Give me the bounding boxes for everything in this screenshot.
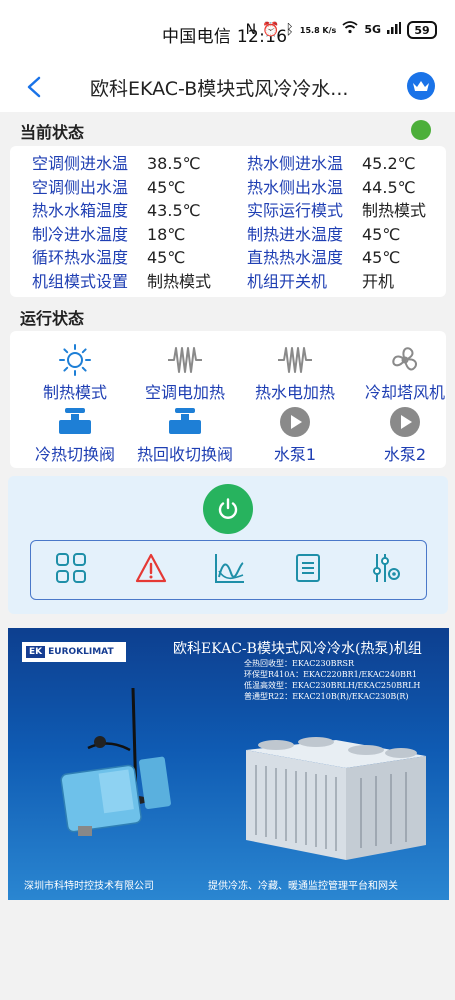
nfc-icon: N [245,22,257,38]
run-status-label: 热回收切换阀 [136,445,233,464]
run-status-label: 水泵2 [383,445,427,464]
gateway-device-image [60,687,171,836]
run-status-item: 冷热切换阀 [20,403,130,465]
fan-icon [350,341,455,379]
signal-bars-icon [387,20,401,40]
run-status-label: 冷热切换阀 [34,445,115,464]
run-status-card: 制热模式 空调电加热 热水电加热 冷却塔风机冷热切换阀 热回收切换阀 水泵1 水泵2 [10,331,446,468]
spec-line: 全热回收型：EKAC230BRSR [244,659,355,668]
status-icons: N ⏰ ᛒ 15.8 K/s 5G 59 [246,20,437,40]
back-button[interactable] [20,72,50,102]
valve-icon [130,403,240,441]
status-label: 制热进水温度 [247,224,344,244]
status-label: 机组模式设置 [32,271,129,291]
status-value: 制热模式 [147,271,212,291]
power-button[interactable] [203,484,253,534]
battery-icon: 59 [407,21,437,39]
run-status-item: 水泵2 [350,403,455,465]
company-name: 深圳市科特时控技术有限公司 [24,881,154,892]
run-status-label: 制热模式 [42,383,107,402]
signal-icon: 5G [364,23,381,36]
spec-line: 低温高效型：EKAC230BRLH/EKAC250BRLH [244,681,421,690]
chart-icon[interactable] [213,551,247,589]
control-panel [8,476,448,614]
status-grid: 空调侧进水温 38.5℃ 热水侧进水温 45.2℃ 空调侧出水温 45℃ 热水侧出水温 44.… [32,152,432,293]
status-value: 45℃ [362,248,401,267]
run-status-item: 空调电加热 [130,341,240,403]
heater-icon [130,341,240,379]
function-toolbar [30,540,427,600]
pump-icon [350,403,455,441]
run-status-item: 热回收切换阀 [130,403,240,465]
run-status-label: 空调电加热 [144,383,225,402]
logo-mark: EK [26,646,46,658]
run-status-heading: 运行状态 [20,309,85,328]
run-status-label: 冷却塔风机 [364,383,445,402]
status-label: 制冷进水温度 [32,224,129,244]
status-value: 38.5℃ [147,154,201,173]
app-header: 欧科EKAC-B模块式风冷冷水... [0,62,455,112]
status-bar: 中国电信 12:16 N ⏰ ᛒ 15.8 K/s 5G 59 [0,0,455,62]
status-label: 热水侧出水温 [247,177,344,197]
status-label: 热水水箱温度 [32,201,129,220]
list-icon[interactable] [293,552,323,588]
status-value: 45℃ [147,177,186,197]
status-row: 空调侧出水温 45℃ 热水侧出水温 44.5℃ [32,176,432,200]
run-status-item: 热水电加热 [240,341,350,403]
status-value: 43.5℃ [147,201,201,220]
status-row: 机组模式设置 制热模式 机组开关机 开机 [32,270,432,294]
status-row: 热水水箱温度 43.5℃ 实际运行模式 制热模式 [32,199,432,223]
product-banner: EK EUROKLIMAT 欧科EKAC-B模块式风冷冷水(热泵)机组 全热回收… [8,628,449,900]
status-value: 45.2℃ [362,154,416,173]
status-value: 18℃ [147,224,186,244]
status-row: 循环热水温度 45℃ 直热热水温度 45℃ [32,246,432,270]
status-label: 循环热水温度 [32,248,129,267]
status-value: 45℃ [147,248,186,267]
run-status-item: 水泵1 [240,403,350,465]
sun-icon [20,341,130,379]
heater-icon [240,341,350,379]
status-label: 空调侧出水温 [32,177,129,197]
spec-line: 普通型R22：EKAC210B(R)/EKAC230B(R) [244,692,409,701]
status-value: 45℃ [362,224,401,244]
chiller-unit-image [246,737,426,860]
alarm-icon: ⏰ [262,22,280,38]
chevron-left-icon [27,76,41,98]
logo-wordmark: EUROKLIMAT [48,647,114,657]
warning-icon[interactable] [134,552,168,588]
current-status-card: 空调侧进水温 38.5℃ 热水侧进水温 45.2℃ 空调侧出水温 45℃ 热水侧出水温 44.… [10,146,446,297]
pump-icon [240,403,350,441]
settings-sliders-icon[interactable] [369,551,403,589]
company-tagline: 提供冷冻、冷藏、暖通监控管理平台和网关 [208,881,398,892]
valve-icon [20,403,130,441]
status-value: 制热模式 [362,201,427,220]
run-status-item: 冷却塔风机 [350,341,455,403]
banner-title: 欧科EKAC-B模块式风冷冷水(热泵)机组 [173,641,422,657]
run-status-label: 热水电加热 [254,383,335,402]
online-status-indicator [411,120,431,140]
status-label: 热水侧进水温 [247,154,344,173]
brand-logo: EK EUROKLIMAT [22,642,126,662]
status-row: 制冷进水温度 18℃ 制热进水温度 45℃ [32,223,432,247]
crown-button[interactable] [407,72,435,100]
bluetooth-icon: ᛒ [285,22,294,38]
status-label: 直热热水温度 [247,248,344,267]
power-icon [218,498,238,519]
status-row: 空调侧进水温 38.5℃ 热水侧进水温 45.2℃ [32,152,432,176]
crown-icon [413,81,429,91]
status-label: 机组开关机 [247,271,328,291]
run-status-label: 水泵1 [273,445,317,464]
page-title: 欧科EKAC-B模块式风冷冷水... [90,78,349,100]
spec-list: 全热回收型：EKAC230BRSR 环保型R410A：EKAC220BR1/EKA… [244,658,420,702]
status-value: 开机 [362,271,395,291]
status-label: 实际运行模式 [247,201,344,220]
status-value: 44.5℃ [362,177,416,197]
status-label: 空调侧进水温 [32,154,129,173]
run-status-item: 制热模式 [20,341,130,403]
grid-icon[interactable] [54,551,88,589]
spec-line: 环保型R410A：EKAC220BR1/EKAC240BR1 [244,670,418,679]
current-status-heading: 当前状态 [20,123,85,142]
wifi-icon [342,20,358,40]
net-speed: 15.8 K/s [299,25,337,35]
